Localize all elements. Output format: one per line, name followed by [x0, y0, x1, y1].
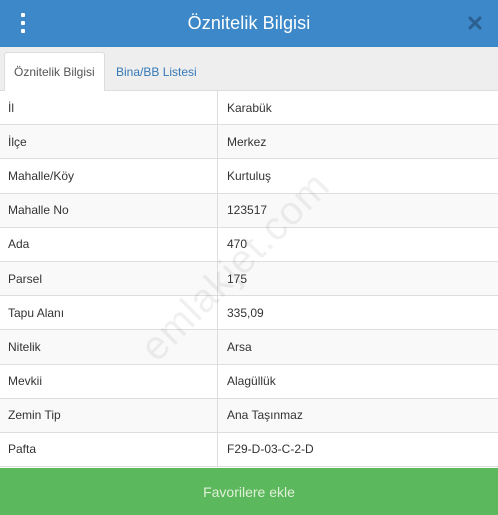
attribute-key: Mahalle/Köy	[0, 159, 218, 193]
table-row: İlçe Merkez	[0, 125, 498, 160]
table-row: Mevkii Alagüllük	[0, 364, 498, 399]
attribute-key: Zemin Tip	[0, 398, 218, 432]
attribute-key: Pafta	[0, 432, 218, 467]
attribute-key: Mahalle No	[0, 193, 218, 227]
attribute-value: 123517	[227, 203, 268, 218]
attribute-key: İl	[0, 91, 218, 125]
table-row: İl Karabük	[0, 91, 498, 126]
menu-icon[interactable]	[16, 13, 30, 33]
table-row: Mahalle No 123517	[0, 193, 498, 228]
table-row: Ada 470	[0, 227, 498, 262]
menu-dot	[21, 21, 25, 25]
table-row: Tapu Alanı 335,09	[0, 296, 498, 331]
attribute-key: Ada	[0, 227, 218, 261]
attribute-table: İl Karabük İlçe Merkez Mahalle/Köy Kurtu…	[0, 91, 498, 468]
attribute-value: Alagüllük	[227, 374, 276, 389]
attribute-key: Tapu Alanı	[0, 296, 218, 330]
attribute-value: Merkez	[227, 134, 267, 149]
attribute-value: F29-D-03-C-2-D	[227, 442, 314, 457]
table-row: Nitelik Arsa	[0, 330, 498, 365]
attribute-key: İlçe	[0, 125, 218, 159]
dialog-header: Öznitelik Bilgisi	[0, 0, 498, 47]
tab-bina-bb-listesi[interactable]: Bina/BB Listesi	[107, 52, 206, 91]
attribute-value: 335,09	[227, 305, 264, 320]
attribute-value: Ana Taşınmaz	[227, 408, 303, 423]
attribute-value: Kurtuluş	[227, 168, 272, 183]
dialog-title: Öznitelik Bilgisi	[187, 13, 311, 33]
table-row: Pafta F29-D-03-C-2-D	[0, 432, 498, 468]
attribute-value: Karabük	[227, 100, 272, 115]
table-row: Zemin Tip Ana Taşınmaz	[0, 398, 498, 433]
attribute-key: Nitelik	[0, 330, 218, 364]
attribute-value: Arsa	[227, 339, 252, 354]
attribute-value: 175	[227, 271, 248, 286]
tab-bar: Öznitelik Bilgisi Bina/BB Listesi	[0, 47, 498, 92]
close-icon[interactable]	[464, 12, 486, 34]
attribute-key: Parsel	[0, 261, 218, 296]
menu-dot	[21, 29, 25, 33]
table-row: Parsel 175	[0, 261, 498, 297]
table-row: Mahalle/Köy Kurtuluş	[0, 159, 498, 194]
tab-oznitelik-bilgisi[interactable]: Öznitelik Bilgisi	[4, 52, 105, 92]
attribute-value: 470	[227, 237, 248, 252]
add-to-favorites-button[interactable]: Favorilere ekle	[0, 468, 498, 515]
attribute-key: Mevkii	[0, 364, 218, 398]
menu-dot	[21, 13, 25, 17]
close-icon-glyph	[468, 16, 482, 30]
